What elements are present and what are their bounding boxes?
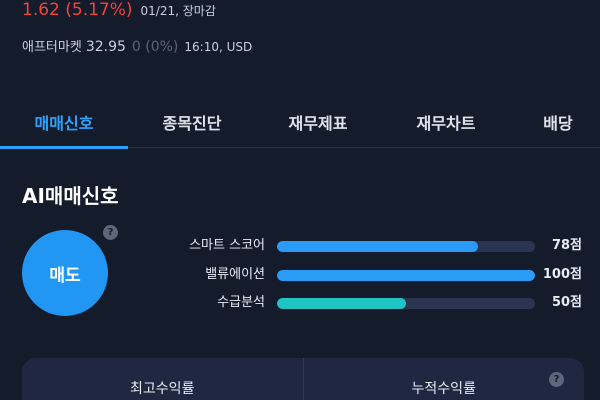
after-market-row: 애프터마켓 32.95 0 (0%) 16:10, USD <box>22 36 252 55</box>
price-change: 1.62 (5.17%) <box>22 0 133 20</box>
cumulative-return-cell[interactable]: 누적수익률 ? <box>302 358 585 400</box>
tab-stock-diagnosis[interactable]: 종목진단 <box>140 100 244 148</box>
after-market-price: 32.95 <box>85 39 126 55</box>
price-meta: 01/21, 장마감 <box>140 4 216 18</box>
cumulative-return-label: 누적수익률 <box>411 381 476 397</box>
help-icon[interactable]: ? <box>549 372 564 387</box>
metric-valuation: 밸류에이션 100점 <box>150 265 590 285</box>
max-return-cell[interactable]: 최고수익률 <box>22 358 303 400</box>
help-icon[interactable]: ? <box>103 225 118 240</box>
metric-track <box>277 270 535 281</box>
tab-dividend[interactable]: 배당 <box>530 100 586 148</box>
returns-card: 최고수익률 누적수익률 ? <box>22 358 584 400</box>
tab-trading-signal[interactable]: 매매신호 <box>0 100 128 149</box>
metric-label: 수급분석 <box>217 295 265 310</box>
stock-detail-page: 1.62 (5.17%) 01/21, 장마감 애프터마켓 32.95 0 (0… <box>0 0 600 400</box>
metric-value: 100점 <box>542 267 582 282</box>
after-market-label: 애프터마켓 <box>22 40 82 55</box>
metric-fill <box>277 270 535 281</box>
metric-track <box>277 241 535 252</box>
metric-value: 78점 <box>551 238 582 253</box>
metric-fill <box>277 241 479 252</box>
price-row: 1.62 (5.17%) 01/21, 장마감 <box>22 0 216 24</box>
metric-fill <box>277 298 406 309</box>
after-market-change: 0 (0%) <box>131 39 179 55</box>
signal-label: 매도 <box>49 265 81 286</box>
tab-bar: 매매신호 종목진단 재무제표 재무차트 배당 <box>0 100 600 149</box>
metric-value: 50점 <box>551 295 582 310</box>
metric-smart-score: 스마트 스코어 78점 <box>150 236 590 256</box>
metric-track <box>277 298 535 309</box>
signal-badge[interactable]: 매도 <box>22 230 108 316</box>
tab-financial-statements[interactable]: 재무제표 <box>266 100 370 148</box>
metric-label: 밸류에이션 <box>205 267 265 282</box>
max-return-label: 최고수익률 <box>130 381 195 397</box>
metric-label: 스마트 스코어 <box>189 238 265 253</box>
after-market-meta: 16:10, USD <box>184 40 253 54</box>
ai-signal-title: AI매매신호 <box>22 184 119 208</box>
tab-financial-chart[interactable]: 재무차트 <box>394 100 498 148</box>
metric-supply-demand: 수급분석 50점 <box>150 293 590 313</box>
